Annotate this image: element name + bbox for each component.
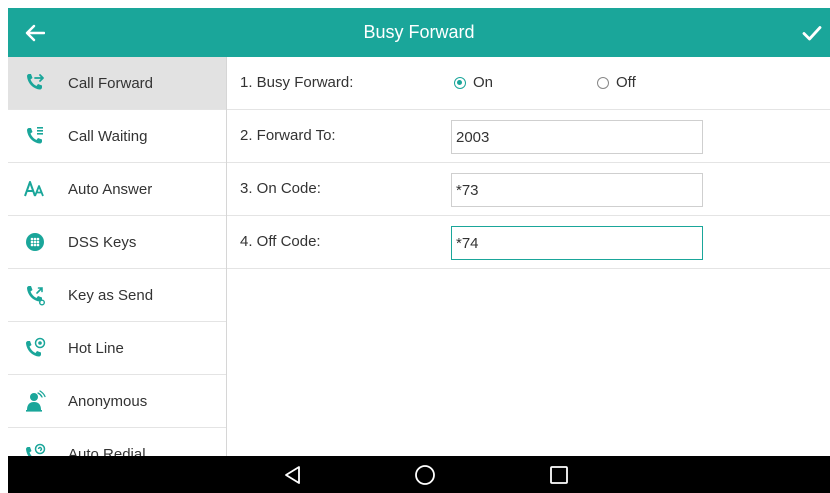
radio-selected-icon [454,76,466,89]
arrow-left-icon [25,24,45,42]
radio-unselected-icon [597,76,609,89]
forward-to-field[interactable] [451,120,703,154]
dss-keys-icon [24,231,46,253]
call-forward-icon [24,72,46,94]
sidebar-item-key-as-send[interactable]: Key as Send [8,269,226,322]
sidebar-item-auto-redial[interactable]: Auto Redial [8,428,226,456]
busy-forward-off-radio[interactable]: Off [597,74,636,91]
circle-home-icon [415,465,435,485]
busy-forward-label: 1. Busy Forward: [240,74,354,91]
busy-forward-row: 1. Busy Forward: On Off [227,57,830,110]
sidebar-item-label: Key as Send [68,286,154,304]
sidebar-item-call-waiting[interactable]: Call Waiting [8,110,226,163]
radio-label: Off [616,74,636,91]
on-code-row: 3. On Code: [227,163,830,216]
key-as-send-icon [24,284,46,306]
nav-recents-button[interactable] [546,462,572,488]
call-waiting-icon [24,125,46,147]
nav-home-button[interactable] [412,462,438,488]
off-code-row: 4. Off Code: [227,216,830,269]
phone-screen: Busy Forward Call Forward Call Waiting A… [8,8,830,493]
title-bar: Busy Forward [8,8,830,57]
sidebar-item-dss-keys[interactable]: DSS Keys [8,216,226,269]
sidebar-item-hot-line[interactable]: Hot Line [8,322,226,375]
checkmark-icon [802,26,822,41]
sidebar-item-label: Hot Line [68,339,124,357]
settings-content: 1. Busy Forward: On Off 2. Forward To: 3… [227,57,830,456]
off-code-field[interactable] [451,226,703,260]
back-button[interactable] [22,20,48,46]
android-nav-bar [8,456,830,493]
on-code-label: 3. On Code: [240,180,321,197]
hot-line-icon [24,337,46,359]
sidebar-item-auto-answer[interactable]: Auto Answer [8,163,226,216]
nav-back-button[interactable] [280,462,306,488]
triangle-back-icon [285,466,300,484]
settings-sidebar: Call Forward Call Waiting Auto Answer DS… [8,57,227,456]
sidebar-item-label: Auto Redial [68,445,146,457]
sidebar-item-label: Call Waiting [68,127,148,145]
forward-to-label: 2. Forward To: [240,127,336,144]
confirm-button[interactable] [798,20,826,46]
sidebar-item-anonymous[interactable]: Anonymous [8,375,226,428]
sidebar-item-label: Auto Answer [68,180,153,198]
radio-label: On [473,74,494,91]
anonymous-icon [24,390,46,412]
auto-answer-icon [24,178,46,200]
sidebar-item-label: DSS Keys [68,233,137,251]
on-code-field[interactable] [451,173,703,207]
off-code-label: 4. Off Code: [240,233,321,250]
sidebar-item-label: Anonymous [68,392,148,410]
sidebar-item-label: Call Forward [68,74,154,92]
page-title: Busy Forward [363,22,475,42]
auto-redial-icon [24,443,46,456]
sidebar-item-call-forward[interactable]: Call Forward [8,57,226,110]
square-recents-icon [550,466,568,484]
forward-to-row: 2. Forward To: [227,110,830,163]
busy-forward-on-radio[interactable]: On [454,74,493,91]
